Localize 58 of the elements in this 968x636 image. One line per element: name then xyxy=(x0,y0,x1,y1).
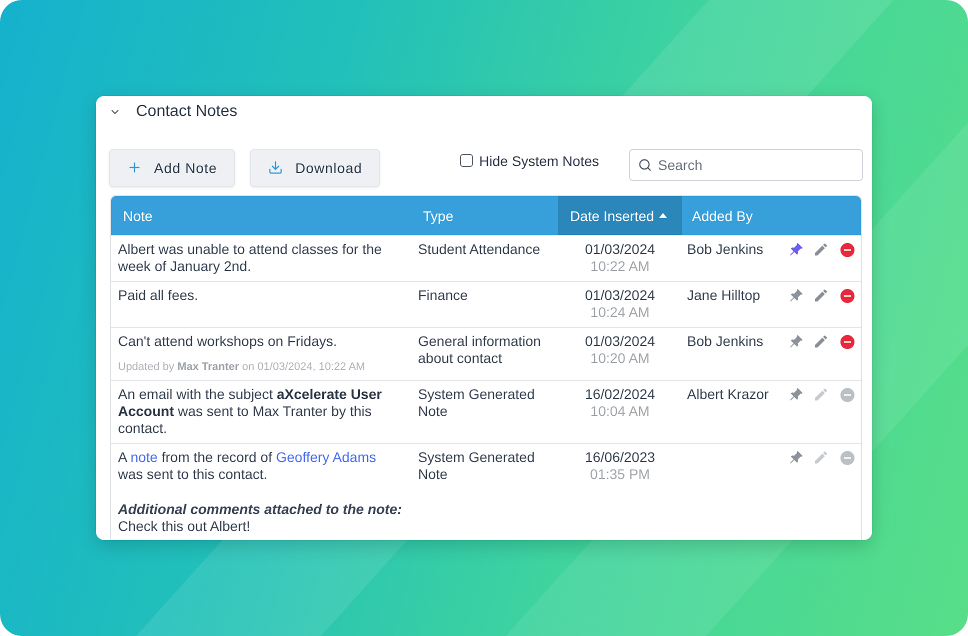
note-text: Albert was unable to attend classes for the week of January 2nd. xyxy=(118,241,383,276)
delete-icon[interactable] xyxy=(839,448,856,467)
date-text: 16/02/2024 xyxy=(584,386,656,404)
delete-icon[interactable] xyxy=(839,332,856,351)
time-text: 10:20 AM xyxy=(590,350,650,368)
note-type-text: Finance xyxy=(418,287,468,304)
date-text: 16/06/2023 xyxy=(584,449,656,466)
edit-icon[interactable] xyxy=(813,386,830,404)
author-text: Jane Hilltop xyxy=(687,287,760,304)
date-text: 01/03/2024 xyxy=(584,287,656,304)
download-button[interactable]: Download xyxy=(250,148,380,187)
updated-info-text: Updated by Max Tranter on 01/03/2024, 10:22 AM xyxy=(118,361,366,374)
note-type-text: Student Attendance xyxy=(418,241,540,258)
edit-icon[interactable] xyxy=(813,449,830,466)
edit-icon[interactable] xyxy=(813,333,830,350)
delete-icon[interactable] xyxy=(839,386,856,404)
note-type-text: General information about contact xyxy=(418,333,542,368)
download-icon xyxy=(268,160,284,176)
delete-icon[interactable] xyxy=(839,240,856,259)
plus-icon xyxy=(127,160,142,176)
note-text: Can't attend workshops on Fridays. xyxy=(118,333,338,350)
column-header[interactable]: Date Inserted xyxy=(558,196,682,236)
checkbox[interactable] xyxy=(460,154,474,168)
note-text: An email with the subject aXcelerate User Account was sent to Max Tranter by this contact. xyxy=(118,386,383,438)
comment-text: Check this out Albert! xyxy=(118,518,252,536)
author-text: Bob Jenkins xyxy=(687,241,764,258)
column-header[interactable]: Added By xyxy=(682,196,782,236)
note-text: Paid all fees. xyxy=(118,287,200,304)
time-text: 01:35 PM xyxy=(590,466,650,484)
pin-icon[interactable] xyxy=(789,242,804,258)
search-icon xyxy=(638,158,652,172)
date-text: 01/03/2024 xyxy=(584,241,656,258)
edit-icon[interactable] xyxy=(813,241,830,258)
author-text: Bob Jenkins xyxy=(687,333,764,350)
text-link[interactable]: Geoffery Adams xyxy=(276,449,376,466)
checkbox-label[interactable]: Hide System Notes xyxy=(479,152,599,169)
search-field[interactable]: Search xyxy=(629,148,863,181)
pin-icon[interactable] xyxy=(789,387,804,402)
panel-title: Contact Notes xyxy=(136,102,238,121)
time-text: 10:24 AM xyxy=(590,304,650,322)
pin-icon[interactable] xyxy=(789,334,804,350)
add-note-button[interactable]: Add Note xyxy=(109,148,236,187)
sort-up-icon xyxy=(659,212,668,218)
note-text: A note from the record of Geoffery Adams was sent to this contact. xyxy=(118,449,378,484)
column-header[interactable]: Note xyxy=(111,196,411,236)
note-type-text: System Generated Note xyxy=(418,449,536,484)
pin-icon[interactable] xyxy=(789,450,804,466)
time-text: 10:22 AM xyxy=(590,258,650,276)
comment-heading: Additional comments attached to the note: xyxy=(118,501,403,518)
time-text: 10:04 AM xyxy=(590,403,650,420)
text-link[interactable]: note xyxy=(130,449,158,466)
note-type-text: System Generated Note xyxy=(418,386,536,420)
date-text: 01/03/2024 xyxy=(584,333,656,350)
edit-icon[interactable] xyxy=(813,287,830,304)
column-header[interactable]: Type xyxy=(411,196,558,236)
pin-icon[interactable] xyxy=(789,288,804,304)
author-text: Albert Krazor xyxy=(687,386,769,404)
delete-icon[interactable] xyxy=(839,286,856,305)
